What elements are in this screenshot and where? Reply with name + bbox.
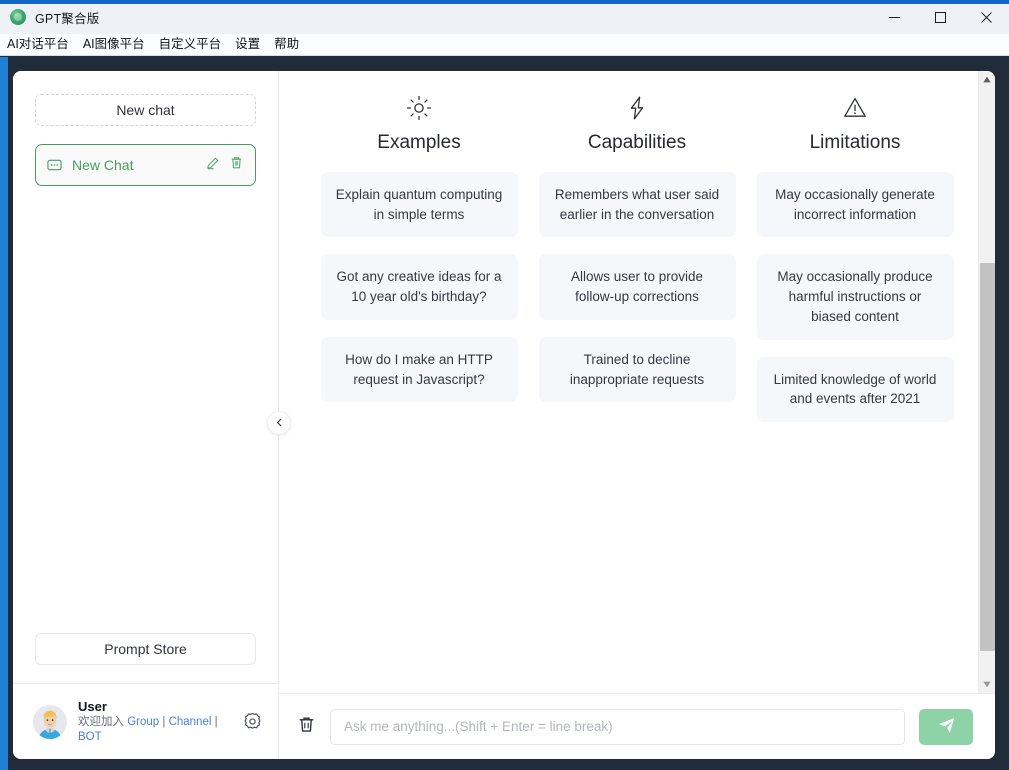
chat-item-actions (206, 155, 244, 175)
maximize-button[interactable] (917, 0, 963, 34)
limitation-card: May occasionally generate incorrect info… (756, 172, 954, 238)
intro-columns: Examples Explain quantum computing in si… (279, 93, 995, 439)
warning-triangle-icon (842, 93, 868, 123)
example-card[interactable]: Got any creative ideas for a 10 year old… (320, 254, 518, 320)
app-panel: New chat New Chat Prompt Store User 欢迎加入… (13, 71, 995, 759)
send-button[interactable] (919, 708, 973, 745)
main-content: Examples Explain quantum computing in si… (279, 71, 995, 759)
left-accent-strip (0, 57, 8, 770)
menu-item-ai-chat[interactable]: AI对话平台 (0, 34, 76, 55)
capability-card: Trained to decline inappropriate request… (538, 336, 736, 403)
window-title: GPT聚合版 (35, 11, 100, 26)
capability-card: Remembers what user said earlier in the … (538, 172, 736, 238)
lightning-bolt-icon (624, 93, 650, 123)
chat-bubble-icon (47, 158, 62, 173)
user-name: User (78, 698, 107, 714)
column-title-limitations: Limitations (809, 132, 901, 153)
prompt-store-button[interactable]: Prompt Store (35, 633, 256, 665)
minimize-button[interactable] (871, 0, 917, 34)
user-welcome-line: 欢迎加入 Group | Channel | BOT (78, 715, 232, 745)
user-panel: User 欢迎加入 Group | Channel | BOT (13, 683, 278, 759)
application-window: GPT聚合版 AI对话平台 AI图像平台 自定义平台 设置 帮助 New cha… (0, 0, 1009, 770)
window-body: New chat New Chat Prompt Store User 欢迎加入… (0, 57, 1009, 770)
link-separator-1: | (159, 715, 169, 728)
chevron-left-icon (275, 414, 284, 432)
column-title-examples: Examples (377, 132, 461, 153)
intro-column-limitations: Limitations May occasionally generate in… (756, 93, 954, 439)
limitation-card: May occasionally produce harmful instruc… (756, 254, 954, 340)
link-channel[interactable]: Channel (169, 716, 212, 728)
user-avatar-icon[interactable] (33, 704, 67, 739)
intro-column-examples: Examples Explain quantum computing in si… (320, 93, 518, 439)
sidebar: New chat New Chat Prompt Store User 欢迎加入… (13, 71, 279, 759)
menu-item-settings[interactable]: 设置 (228, 34, 267, 55)
scrollbar-track[interactable] (979, 88, 996, 676)
menu-bar: AI对话平台 AI图像平台 自定义平台 设置 帮助 (0, 34, 1009, 56)
sun-icon (406, 93, 432, 123)
limitation-card: Limited knowledge of world and events af… (756, 356, 954, 422)
chat-list: New Chat (13, 144, 278, 186)
chat-list-item[interactable]: New Chat (35, 144, 256, 186)
menu-item-ai-image[interactable]: AI图像平台 (76, 34, 152, 55)
capability-card: Allows user to provide follow-up correct… (538, 254, 736, 320)
app-logo-icon (10, 9, 26, 25)
new-chat-button[interactable]: New chat (35, 94, 256, 126)
trash-icon (297, 715, 316, 739)
link-group[interactable]: Group (127, 716, 159, 728)
new-chat-label: New chat (116, 102, 175, 118)
scrollbar-thumb[interactable] (979, 263, 995, 651)
menu-item-custom-platform[interactable]: 自定义平台 (152, 34, 229, 55)
title-bar: GPT聚合版 (0, 0, 1009, 34)
prompt-store-label: Prompt Store (104, 641, 187, 657)
pencil-icon[interactable] (206, 155, 221, 175)
intro-column-capabilities: Capabilities Remembers what user said ea… (538, 93, 736, 439)
welcome-prefix: 欢迎加入 (78, 715, 128, 728)
clear-conversation-button[interactable] (297, 715, 316, 739)
close-button[interactable] (963, 0, 1009, 34)
column-header-capabilities: Capabilities (539, 93, 736, 154)
message-input[interactable] (330, 708, 905, 745)
window-controls (871, 0, 1009, 34)
gear-icon[interactable] (243, 712, 262, 731)
main-scrollbar[interactable] (978, 71, 995, 693)
title-bar-accent (0, 0, 1009, 4)
link-separator-2: | (211, 715, 218, 728)
paper-plane-icon (937, 716, 956, 738)
intro-scroll-area: Examples Explain quantum computing in si… (279, 71, 995, 693)
column-title-capabilities: Capabilities (587, 132, 687, 153)
scroll-down-arrow-icon[interactable] (979, 676, 996, 693)
chat-list-item-label: New Chat (72, 157, 134, 173)
menu-item-help[interactable]: 帮助 (267, 34, 306, 55)
trash-icon[interactable] (229, 155, 244, 175)
column-header-examples: Examples (321, 93, 518, 154)
sidebar-collapse-button[interactable] (267, 411, 291, 435)
example-card[interactable]: How do I make an HTTP request in Javascr… (320, 336, 518, 403)
user-meta: User 欢迎加入 Group | Channel | BOT (78, 698, 232, 746)
link-bot[interactable]: BOT (78, 731, 102, 743)
composer-bar (279, 693, 995, 759)
scroll-up-arrow-icon[interactable] (979, 71, 996, 88)
column-header-limitations: Limitations (757, 93, 954, 154)
example-card[interactable]: Explain quantum computing in simple term… (320, 172, 518, 238)
